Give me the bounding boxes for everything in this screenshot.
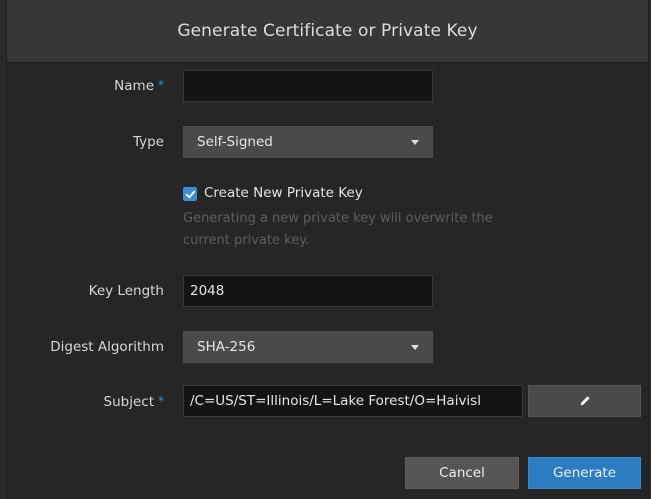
key-length-label: Key Length bbox=[88, 283, 164, 299]
dialog-body: Name * Type Self-Signed Create New Privat… bbox=[7, 63, 648, 499]
name-input[interactable] bbox=[183, 70, 433, 102]
dialog-header: Generate Certificate or Private Key bbox=[7, 0, 648, 63]
name-label-row: Name * bbox=[114, 78, 164, 94]
digest-algorithm-label: Digest Algorithm bbox=[50, 339, 164, 355]
name-label: Name bbox=[114, 78, 154, 94]
type-label: Type bbox=[132, 134, 164, 150]
subject-label-row: Subject * bbox=[104, 394, 164, 410]
digest-label-row: Digest Algorithm bbox=[50, 339, 164, 355]
caret-down-icon bbox=[411, 345, 419, 350]
digest-algorithm-select[interactable]: SHA-256 bbox=[183, 331, 433, 363]
caret-down-icon bbox=[411, 140, 419, 145]
create-private-key-label: Create New Private Key bbox=[204, 185, 363, 201]
dialog-title: Generate Certificate or Private Key bbox=[177, 21, 478, 41]
create-private-key-checkbox[interactable] bbox=[183, 187, 197, 201]
checkmark-icon bbox=[185, 190, 195, 198]
digest-algorithm-select-value: SHA-256 bbox=[197, 339, 256, 355]
subject-input[interactable] bbox=[183, 385, 523, 417]
generate-button[interactable]: Generate bbox=[528, 457, 641, 489]
type-select-value: Self-Signed bbox=[197, 134, 273, 150]
create-private-key-help: Generating a new private key will overwr… bbox=[183, 208, 563, 252]
help-text-line-2: current private key. bbox=[183, 233, 310, 248]
help-text-line-1: Generating a new private key will overwr… bbox=[183, 211, 493, 226]
pencil-icon bbox=[580, 396, 590, 406]
key-length-input[interactable] bbox=[183, 275, 433, 307]
subject-required-mark: * bbox=[158, 394, 164, 408]
generate-certificate-dialog: Generate Certificate or Private Key Name… bbox=[6, 0, 649, 499]
name-required-mark: * bbox=[158, 78, 164, 92]
type-label-row: Type bbox=[133, 134, 164, 150]
subject-label: Subject bbox=[103, 394, 154, 410]
cancel-button[interactable]: Cancel bbox=[405, 457, 519, 489]
key-length-label-row: Key Length bbox=[89, 283, 164, 299]
type-select[interactable]: Self-Signed bbox=[183, 126, 433, 158]
edit-subject-button[interactable] bbox=[528, 385, 641, 417]
